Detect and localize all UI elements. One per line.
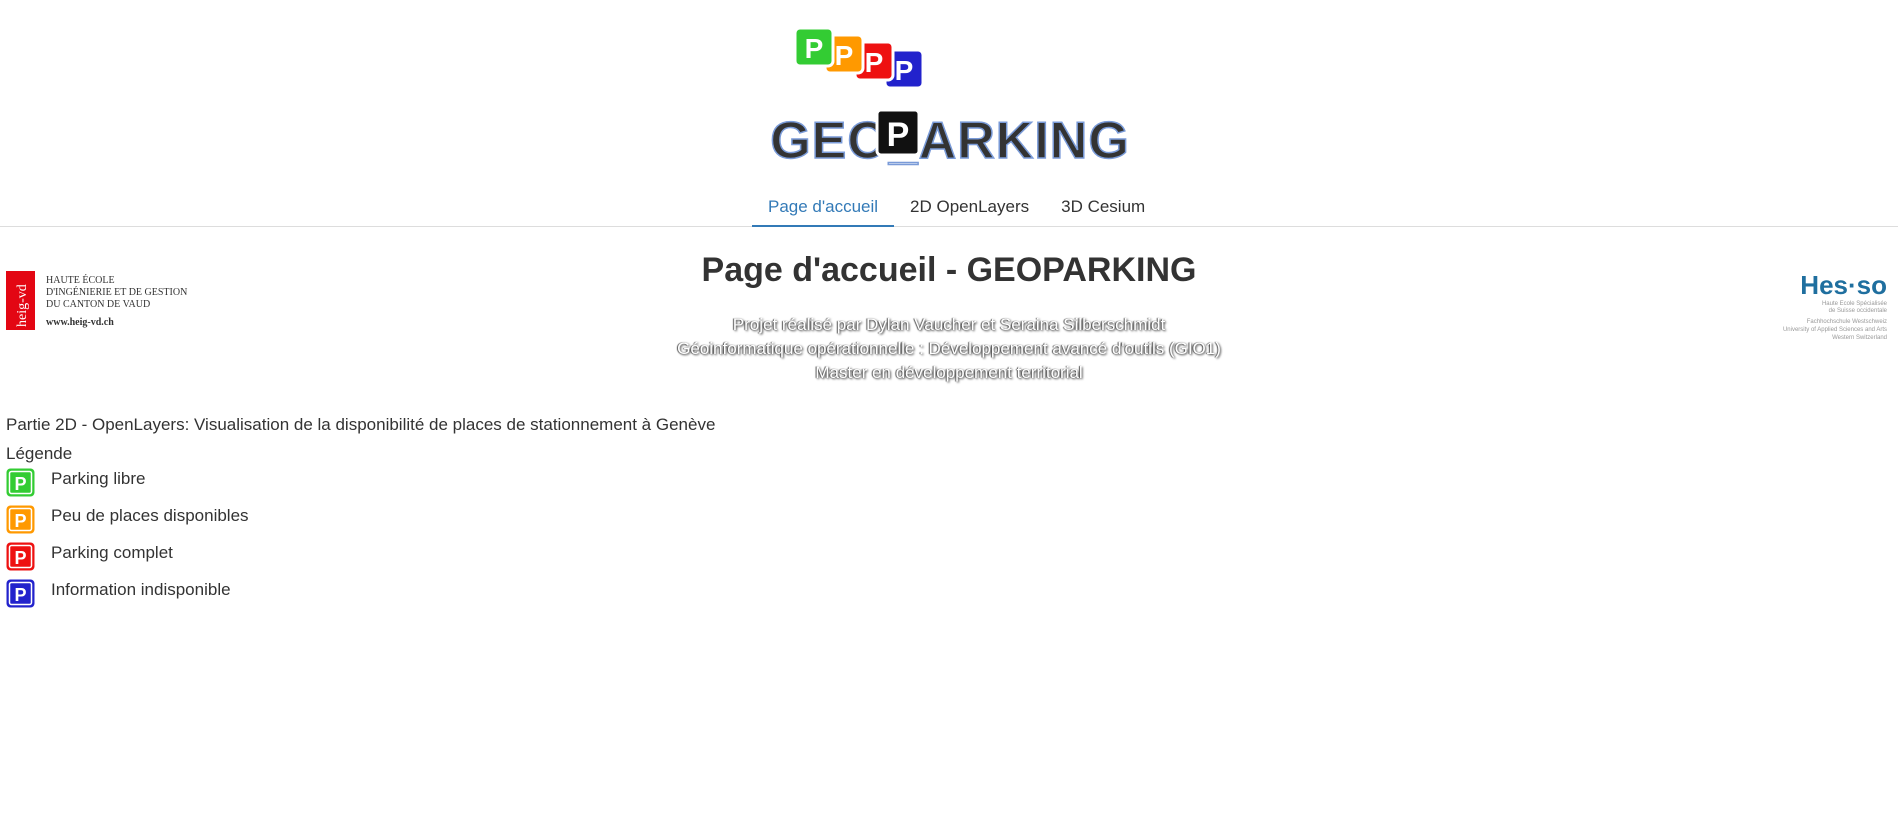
credit-course: Géoinformatique opérationnelle : Dévelop… [677, 339, 1221, 358]
parking-free-icon: P [6, 468, 35, 497]
svg-text:P: P [865, 47, 884, 78]
logo-wordmark: GEO_ARKING P [769, 108, 1130, 171]
svg-text:P: P [14, 474, 26, 494]
svg-text:P: P [835, 40, 854, 71]
parking-icon-green-shape: P [793, 26, 835, 68]
svg-text:P: P [895, 55, 914, 86]
legend-item: P Parking libre [6, 468, 715, 503]
parking-full-icon: P [6, 542, 35, 571]
parking-limited-icon: P [6, 505, 35, 534]
tab-page-accueil[interactable]: Page d'accueil [752, 190, 895, 227]
geoparking-logo: P P P P GEO ARKING P [769, 26, 1130, 171]
svg-text:GEO_ARKING: GEO_ARKING [770, 112, 1130, 168]
legend-label: Parking complet [51, 543, 173, 562]
parking-unknown-icon: P [6, 579, 35, 608]
svg-text:P: P [14, 548, 26, 568]
tab-2d-openlayers[interactable]: 2D OpenLayers [894, 190, 1045, 227]
legend-title: Légende [6, 444, 73, 463]
tab-3d-cesium[interactable]: 3D Cesium [1045, 190, 1161, 227]
svg-text:P: P [887, 116, 910, 154]
parking-icon-green [874, 28, 875, 29]
credit-program: Master en développement territorial [815, 363, 1083, 382]
svg-text:P: P [805, 33, 824, 64]
hes-line-1: Haute Ecole Spécialisée [1822, 301, 1888, 307]
legend-item: P Information indisponible [6, 579, 715, 614]
svg-text:P: P [14, 585, 26, 605]
main-content: Partie 2D - OpenLayers: Visualisation de… [6, 413, 715, 614]
legend-label: Parking libre [51, 469, 146, 488]
legend-item: P Parking complet [6, 542, 715, 577]
svg-text:P: P [14, 511, 26, 531]
legend-label: Information indisponible [51, 580, 231, 599]
nav-tabs: Page d'accueil 2D OpenLayers 3D Cesium [752, 190, 1161, 227]
legend-label: Peu de places disponibles [51, 506, 249, 525]
main-nav: Page d'accueil 2D OpenLayers 3D Cesium [0, 190, 1898, 227]
heig-line-3: DU CANTON DE VAUD [46, 299, 150, 310]
legend-item: P Peu de places disponibles [6, 505, 715, 540]
credit-authors: Projet réalisé par Dylan Vaucher et Sera… [732, 315, 1166, 334]
credits: Projet réalisé par Dylan Vaucher et Sera… [0, 313, 1898, 385]
page-title: Page d'accueil - GEOPARKING [701, 251, 1197, 289]
intro-text: Partie 2D - OpenLayers: Visualisation de… [6, 415, 716, 434]
